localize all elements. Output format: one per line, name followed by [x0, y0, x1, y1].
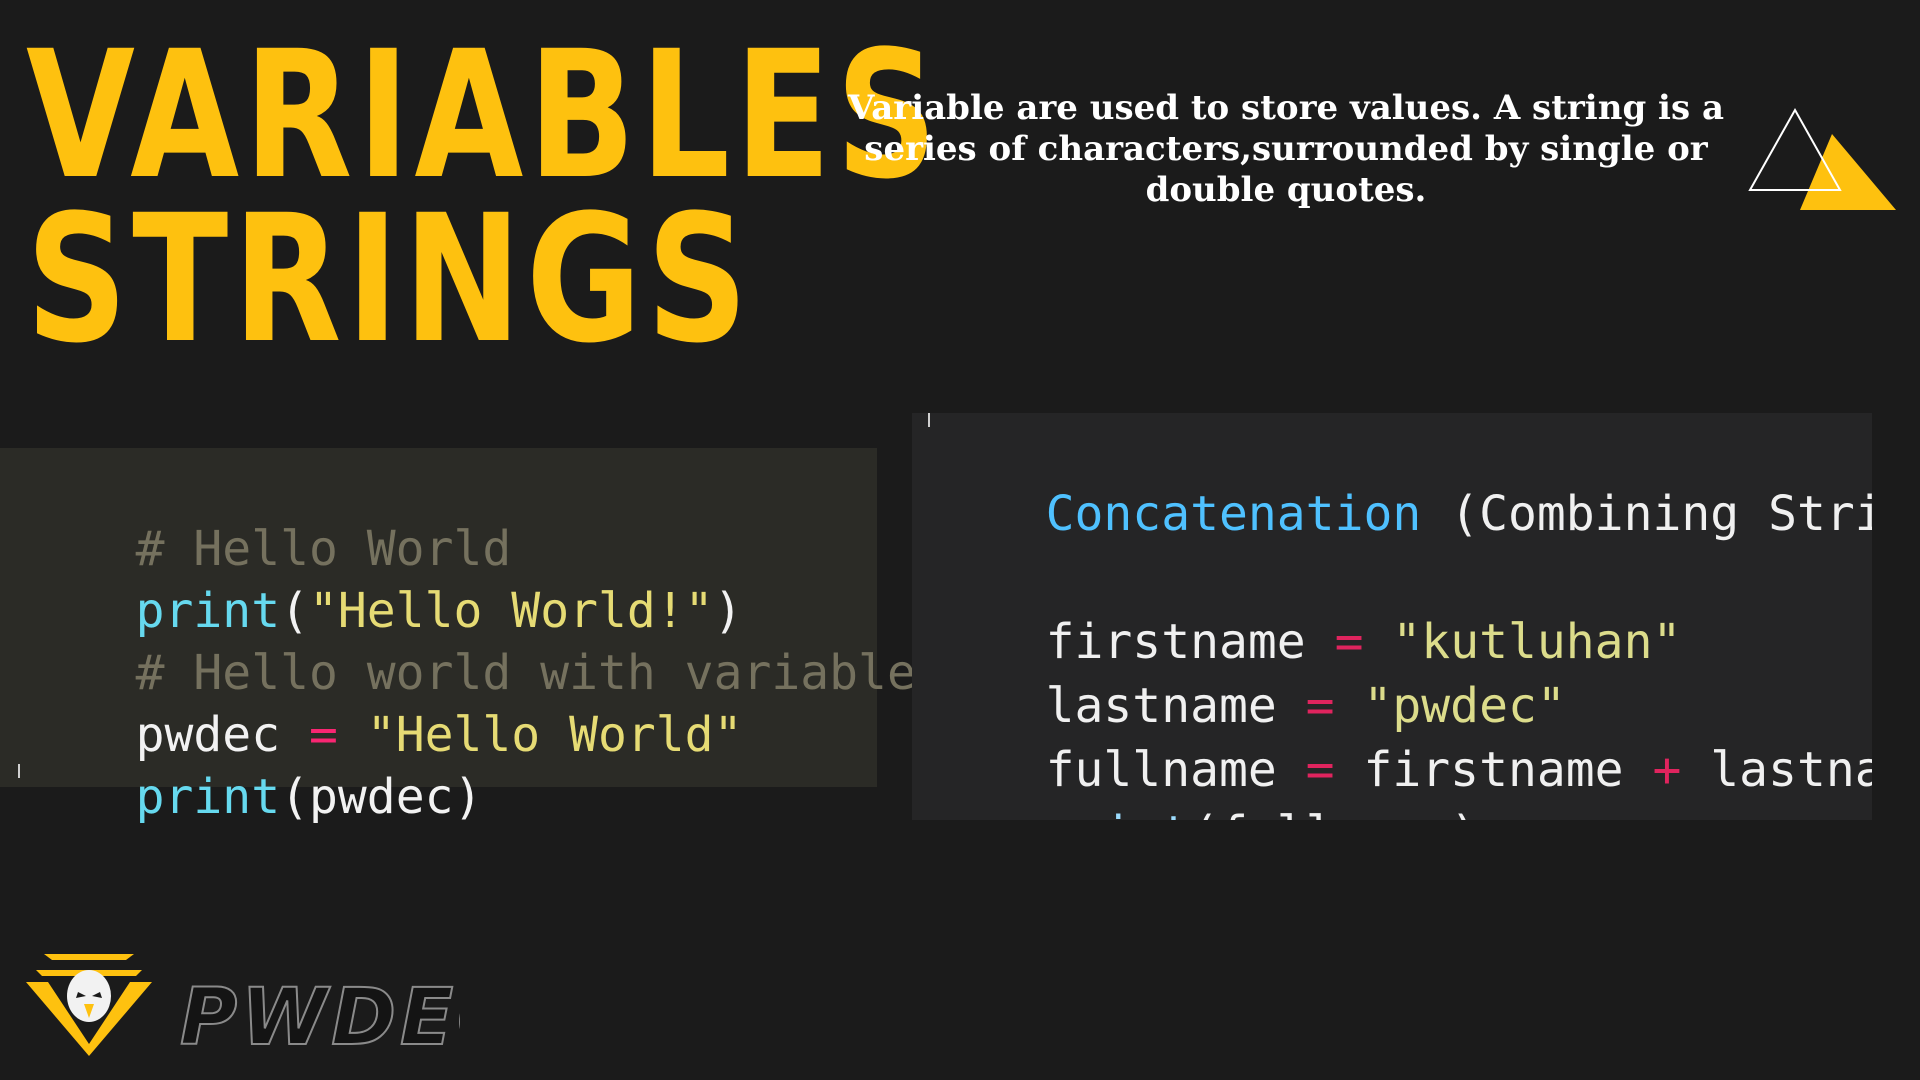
code-function: print: [1046, 806, 1191, 820]
code-line-4: print(fullname): [930, 741, 1479, 820]
code-line-1: firstname = "kutluhan": [930, 549, 1682, 670]
code-heading-line: Concatenation (Combining Strings): [930, 421, 1872, 542]
page-title-strings: STRINGS: [26, 177, 753, 382]
code-line-4: pwdec = "Hello World": [20, 642, 743, 763]
code-block-concatenation: Concatenation (Combining Strings) firstn…: [912, 413, 1872, 820]
pwdec-logo: PWDEC: [180, 972, 460, 1062]
code-args: (pwdec): [280, 769, 483, 825]
pwdec-wordmark: PWDEC: [180, 973, 460, 1062]
code-block-hello-world: # Hello World print("Hello World!") # He…: [0, 448, 916, 825]
code-line-3: fullname = firstname + lastname: [930, 677, 1872, 798]
code-variable: lastname: [1710, 742, 1872, 798]
code-function: print: [135, 769, 281, 825]
code-line-3: # Hello world with variable: [20, 580, 916, 701]
text-caret: [18, 764, 20, 778]
triangle-decoration-icon: [1748, 107, 1896, 210]
code-line-5: print(pwdec): [20, 704, 483, 825]
code-heading-rest: (Combining Strings): [1450, 486, 1872, 542]
description-text: Variable are used to store values. A str…: [848, 88, 1724, 210]
code-args: (fullname): [1190, 806, 1479, 820]
code-line-2: print("Hello World!"): [20, 518, 743, 639]
code-operator: +: [1623, 742, 1711, 798]
eagle-shield-icon: [26, 954, 152, 1056]
code-heading-keyword: Concatenation: [1045, 486, 1422, 542]
code-line-2: lastname = "pwdec": [930, 613, 1566, 734]
code-line-1: # Hello World: [20, 456, 512, 577]
